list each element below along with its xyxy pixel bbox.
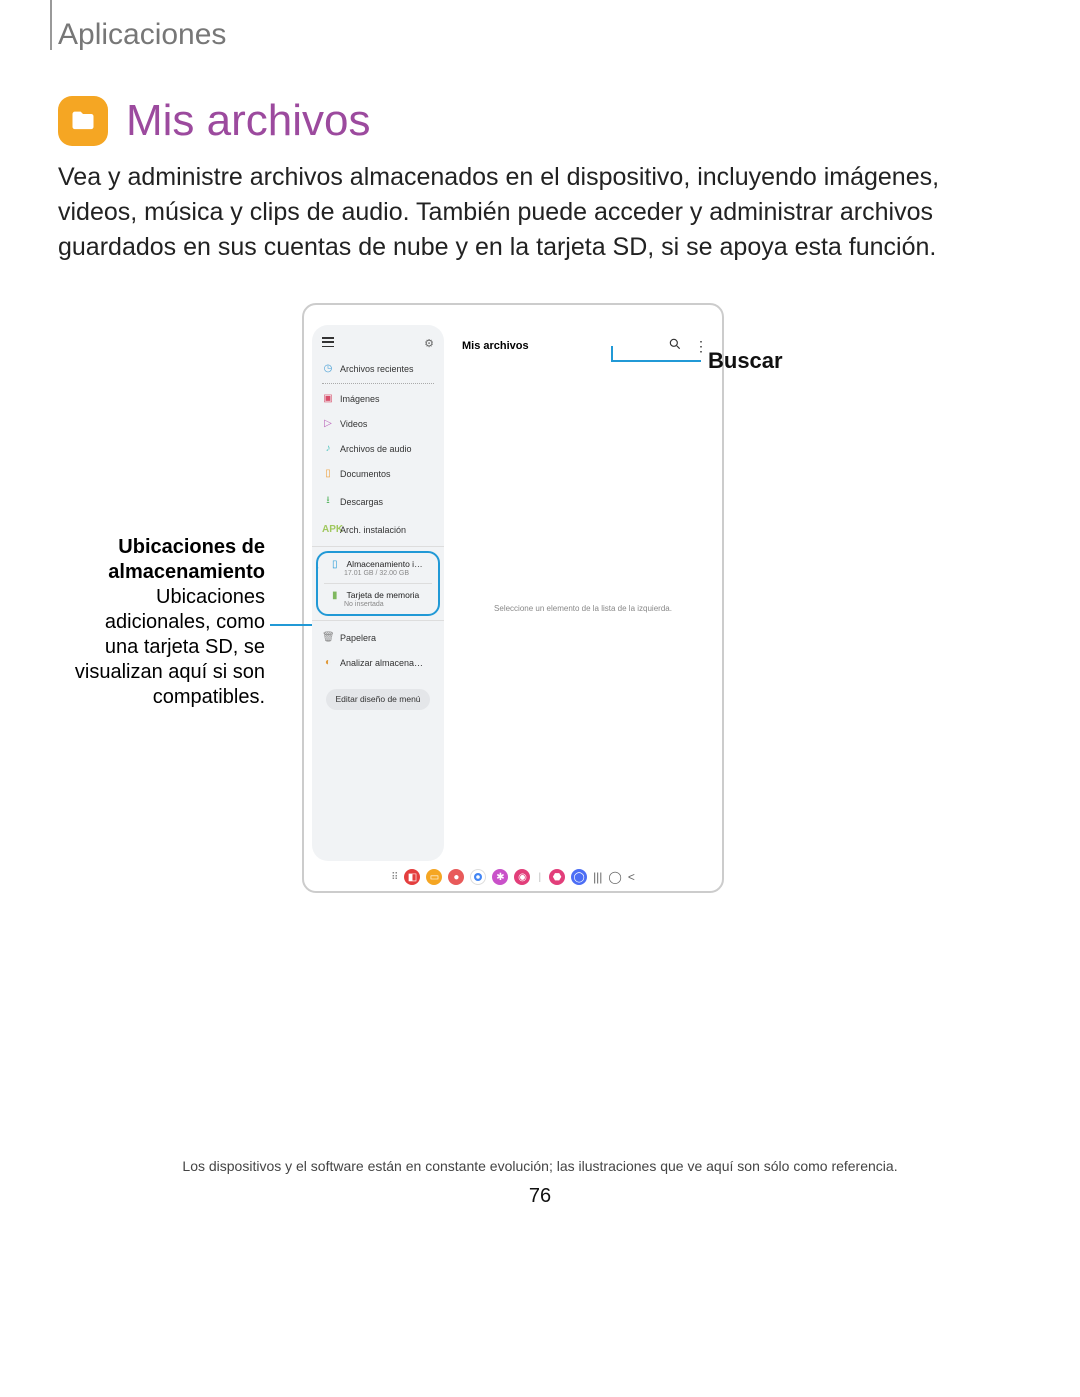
main-title: Mis archivos	[462, 340, 529, 352]
document-icon: ▯	[322, 468, 334, 479]
sidebar-item-analyze[interactable]: ◐ Analizar almacena…	[312, 650, 444, 675]
page-title: Mis archivos	[126, 96, 371, 146]
search-icon[interactable]	[668, 337, 682, 354]
section-label: Aplicaciones	[58, 18, 226, 52]
audio-icon: ♪	[322, 443, 334, 454]
nav-recents-icon[interactable]: |||	[593, 870, 602, 884]
dock-app-icon[interactable]: ⬣	[549, 869, 565, 885]
edit-menu-layout-button[interactable]: Editar diseño de menú	[326, 689, 430, 710]
sidebar-item-downloads[interactable]: ⭳ Descargas	[312, 486, 444, 517]
divider	[312, 546, 444, 547]
storage-title: Almacenamiento i…	[347, 559, 423, 569]
nav-home-icon[interactable]: ◯	[608, 870, 621, 884]
sidebar-item-label: Arch. instalación	[340, 525, 406, 535]
sidebar-item-recent[interactable]: ◷ Archivos recientes	[312, 356, 444, 381]
dock-divider: |	[538, 872, 541, 883]
callout-search: Buscar	[708, 348, 783, 374]
sidebar-panel: ⚙ ◷ Archivos recientes ▣ Imágenes ▷ Vide…	[312, 325, 444, 861]
callout-storage: Ubicaciones de almacenamiento Ubicacione…	[70, 535, 265, 710]
analyze-icon: ◐	[322, 657, 334, 668]
download-icon: ⭳	[322, 493, 334, 510]
sidebar-item-documents[interactable]: ▯ Documentos	[312, 461, 444, 486]
callout-connector	[611, 360, 701, 362]
storage-subtitle: No insertada	[344, 601, 432, 608]
trash-icon: 🗑	[322, 632, 334, 643]
divider	[322, 383, 434, 384]
image-icon: ▣	[322, 393, 334, 404]
clock-icon: ◷	[322, 363, 334, 374]
callout-connector	[611, 346, 613, 360]
header-divider	[50, 0, 52, 50]
my-files-app-icon	[58, 96, 108, 146]
callout-title: Ubicaciones de almacenamiento	[108, 536, 265, 583]
device-screenshot: ⚙ ◷ Archivos recientes ▣ Imágenes ▷ Vide…	[302, 303, 724, 893]
dock-app-icon[interactable]: ●	[448, 869, 464, 885]
sd-card-icon: ▮	[332, 590, 344, 601]
sidebar-item-audio[interactable]: ♪ Archivos de audio	[312, 436, 444, 461]
callout-body: Ubicaciones adicionales, como una tarjet…	[75, 586, 265, 708]
sidebar-item-apk[interactable]: APK Arch. instalación	[312, 517, 444, 542]
storage-subtitle: 17.01 GB / 32.00 GB	[344, 570, 432, 577]
dock-app-icon[interactable]: ◉	[514, 869, 530, 885]
apk-icon: APK	[322, 524, 334, 535]
sidebar-item-videos[interactable]: ▷ Videos	[312, 411, 444, 436]
dock-app-icon[interactable]: ▭	[426, 869, 442, 885]
storage-internal[interactable]: › ▯ Almacenamiento i… 17.01 GB / 32.00 G…	[318, 553, 438, 583]
sidebar-item-images[interactable]: ▣ Imágenes	[312, 386, 444, 411]
phone-storage-icon: ▯	[332, 559, 344, 570]
sidebar-item-label: Videos	[340, 419, 367, 429]
sidebar-item-label: Archivos de audio	[340, 444, 412, 454]
main-content: Mis archivos ⋮ Seleccione un elemento de…	[452, 325, 714, 861]
sidebar-item-trash[interactable]: 🗑 Papelera	[312, 625, 444, 650]
dock-app-icon[interactable]: ✱	[492, 869, 508, 885]
callout-connector	[270, 624, 312, 626]
sidebar-item-label: Descargas	[340, 497, 383, 507]
chevron-right-icon: ›	[316, 563, 319, 572]
nav-back-icon[interactable]: <	[628, 870, 635, 884]
dock-app-icon[interactable]: ◯	[571, 869, 587, 885]
footer-note: Los dispositivos y el software están en …	[0, 1158, 1080, 1174]
sidebar-item-label: Documentos	[340, 469, 391, 479]
storage-title: Tarjeta de memoria	[347, 590, 420, 600]
page-description: Vea y administre archivos almacenados en…	[58, 160, 958, 265]
storage-locations-block: › ▯ Almacenamiento i… 17.01 GB / 32.00 G…	[316, 551, 440, 616]
page-number: 76	[0, 1185, 1080, 1208]
sidebar-item-label: Imágenes	[340, 394, 380, 404]
main-hint-text: Seleccione un elemento de la lista de la…	[452, 604, 714, 614]
sidebar-item-label: Archivos recientes	[340, 364, 414, 374]
divider	[312, 620, 444, 621]
sidebar-item-label: Papelera	[340, 633, 376, 643]
more-options-icon[interactable]: ⋮	[694, 339, 708, 353]
apps-drawer-icon[interactable]: ⠿	[391, 872, 398, 883]
sidebar-item-label: Analizar almacena…	[340, 658, 423, 668]
hamburger-icon[interactable]	[322, 337, 334, 347]
app-dock: ⠿ ◧ ▭ ● ✱ ◉ | ⬣ ◯ ||| ◯ <	[304, 869, 722, 885]
dock-app-icon[interactable]: ◧	[404, 869, 420, 885]
dock-chrome-icon[interactable]	[470, 869, 486, 885]
page-title-row: Mis archivos	[58, 96, 371, 146]
storage-sd-card[interactable]: ▮ Tarjeta de memoria No insertada	[318, 584, 438, 614]
settings-icon[interactable]: ⚙	[424, 337, 434, 350]
video-icon: ▷	[322, 418, 334, 429]
